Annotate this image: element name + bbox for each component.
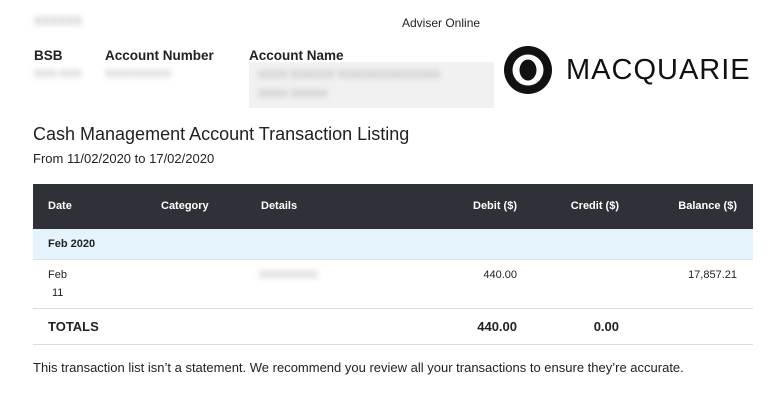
bsb-label: BSB (34, 48, 63, 63)
redacted-header-text: XXXXXX (34, 14, 83, 28)
totals-credit: 0.00 (593, 319, 619, 334)
transaction-table: Date Category Details Debit ($) Credit (… (33, 184, 753, 345)
row-debit: 440.00 (483, 269, 517, 281)
totals-row: TOTALS 440.00 0.00 (33, 309, 753, 345)
page-title: Cash Management Account Transaction List… (33, 124, 410, 144)
column-header-credit[interactable]: Credit ($) (571, 200, 619, 212)
logo-wordmark: MACQUARIE (566, 54, 751, 86)
group-label: Feb 2020 (48, 238, 96, 250)
column-header-details[interactable]: Details (261, 200, 297, 212)
disclaimer-text: This transaction list isn’t a statement.… (33, 360, 684, 375)
table-row[interactable]: Feb 11 XXXXXXXX 440.00 17,857.21 (33, 260, 753, 309)
app-title: Adviser Online (402, 16, 481, 30)
account-name-label: Account Name (249, 48, 344, 63)
bsb-value: XXX-XXX (34, 68, 82, 80)
account-name-line-1: XXXX XXXXXX XXXXXXXXXXXXXX (258, 69, 441, 81)
totals-label: TOTALS (48, 319, 99, 334)
column-header-date[interactable]: Date (48, 200, 72, 212)
account-number-label: Account Number (105, 48, 214, 63)
row-date-day: 11 (52, 287, 64, 299)
row-balance: 17,857.21 (688, 269, 737, 281)
column-header-debit[interactable]: Debit ($) (473, 200, 517, 212)
table-header-row: Date Category Details Debit ($) Credit (… (33, 184, 753, 229)
group-row-month: Feb 2020 (33, 229, 753, 260)
account-name-line-2: XXXX XXXXX (258, 88, 328, 100)
macquarie-holey-dollar-icon (504, 46, 552, 94)
account-number-value: XXXXXXXXX (105, 68, 172, 80)
row-date-month: Feb (48, 269, 67, 281)
date-range: From 11/02/2020 to 17/02/2020 (33, 151, 215, 166)
column-header-category[interactable]: Category (161, 200, 209, 212)
macquarie-logo: MACQUARIE (503, 45, 763, 95)
row-details: XXXXXXXX (259, 269, 318, 281)
column-header-balance[interactable]: Balance ($) (678, 200, 737, 212)
totals-debit: 440.00 (477, 319, 517, 334)
